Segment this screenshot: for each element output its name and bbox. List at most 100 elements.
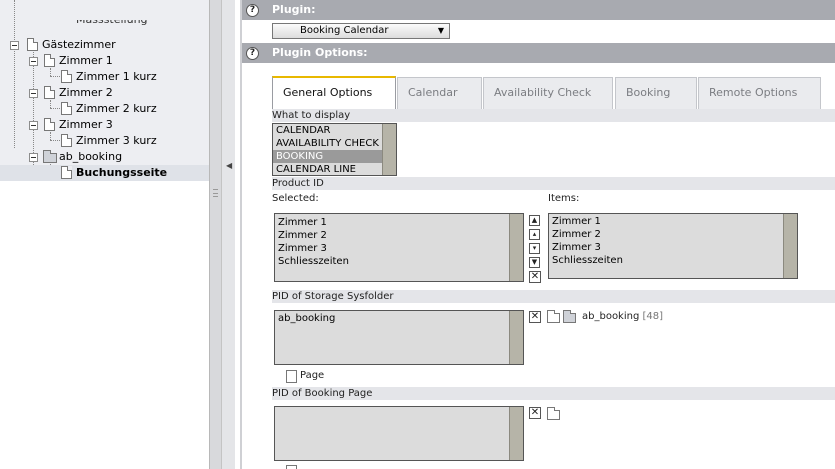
page-icon — [44, 54, 55, 67]
field-label: Product ID — [272, 178, 324, 189]
tree-item-label: Buchungsseite — [76, 166, 168, 179]
list-scrollbar[interactable] — [509, 407, 523, 460]
page-icon — [61, 70, 72, 83]
collapse-icon[interactable] — [29, 153, 38, 162]
tree-item-label: Zimmer 1 kurz — [76, 70, 157, 83]
page-icon — [44, 86, 55, 99]
list-scrollbar[interactable] — [382, 124, 396, 175]
collapse-icon[interactable] — [10, 41, 19, 50]
tree-item-partial[interactable]: Massstellung — [0, 20, 210, 34]
list-option[interactable]: Schliesszeiten — [278, 255, 349, 268]
tree-item-zimmer-3[interactable]: Zimmer 3 — [0, 117, 210, 133]
field-label: PID of Booking Page — [272, 388, 373, 399]
move-bottom-icon[interactable]: ▼ — [529, 257, 540, 268]
selected-products-list[interactable]: Zimmer 1 Zimmer 2 Zimmer 3 Schliesszeite… — [274, 213, 524, 282]
tree-item-label: Zimmer 2 kurz — [76, 102, 157, 115]
list-option[interactable]: AVAILABILITY CHECK — [276, 137, 379, 150]
tree-item-label: Zimmer 3 — [59, 118, 113, 131]
storage-pid-list[interactable]: ab_booking — [274, 310, 524, 365]
tree-item-label: Massstellung — [76, 20, 148, 28]
tab-label: Remote Options — [709, 86, 798, 99]
plugin-select[interactable]: Booking Calendar ▼ — [272, 23, 450, 39]
resize-grip-icon[interactable] — [213, 189, 218, 197]
tree-item-gaestezimmer[interactable]: Gästezimmer — [0, 37, 210, 53]
tree-item-ab-booking[interactable]: ab_booking — [0, 149, 210, 165]
page-icon[interactable] — [286, 370, 297, 383]
collapse-icon[interactable] — [29, 57, 38, 66]
move-down-icon[interactable]: ▾ — [529, 243, 540, 254]
product-id-header: Product ID — [272, 177, 835, 190]
tab-general-options[interactable]: General Options — [272, 76, 396, 109]
tree-item-label: Zimmer 3 kurz — [76, 134, 157, 147]
tab-bar: General Options Calendar Availability Ch… — [242, 65, 835, 109]
chevron-down-icon: ▼ — [437, 26, 444, 35]
plugin-options-section-header: ? Plugin Options: — [242, 43, 835, 63]
list-option[interactable]: Schliesszeiten — [552, 254, 623, 267]
move-up-icon[interactable]: ▴ — [529, 229, 540, 240]
splitter[interactable] — [221, 0, 235, 469]
available-products-list[interactable]: Zimmer 1 Zimmer 2 Zimmer 3 Schliesszeite… — [548, 213, 798, 279]
tree-item-label: ab_booking — [59, 150, 123, 163]
remove-icon[interactable]: ✕ — [529, 311, 541, 323]
tree-item-zimmer-2[interactable]: Zimmer 2 — [0, 85, 210, 101]
list-scrollbar[interactable] — [509, 214, 523, 281]
selected-label: Selected: — [272, 193, 319, 204]
folder-icon — [43, 150, 57, 163]
tab-label: Availability Check — [494, 86, 592, 99]
page-icon — [61, 102, 72, 115]
field-label: PID of Storage Sysfolder — [272, 291, 394, 302]
tree-item-label: Zimmer 2 — [59, 86, 113, 99]
tab-booking[interactable]: Booking — [615, 77, 697, 109]
booking-pid-header: PID of Booking Page — [272, 387, 835, 400]
page-icon — [61, 166, 72, 179]
section-title: Plugin Options: — [272, 46, 368, 59]
page-icon[interactable] — [286, 465, 297, 469]
list-option[interactable]: CALENDAR — [276, 124, 331, 137]
what-to-display-list[interactable]: CALENDAR AVAILABILITY CHECK BOOKING CALE… — [272, 123, 397, 176]
help-icon[interactable]: ? — [246, 4, 259, 17]
tree-item-buchungsseite[interactable]: Buchungsseite — [0, 165, 210, 181]
tab-calendar[interactable]: Calendar — [397, 77, 482, 109]
tree-scrollbar[interactable] — [209, 0, 221, 469]
collapse-left-icon[interactable]: ◀ — [226, 161, 232, 170]
page-tree: Massstellung Gästezimmer Zimmer 1 Zimmer… — [0, 0, 210, 469]
list-scrollbar[interactable] — [509, 311, 523, 364]
tree-item-zimmer-3-kurz[interactable]: Zimmer 3 kurz — [0, 133, 210, 149]
plugin-select-value: Booking Calendar — [300, 25, 389, 36]
list-scrollbar[interactable] — [783, 214, 797, 278]
list-option[interactable]: Zimmer 2 — [278, 229, 327, 242]
list-option[interactable]: CALENDAR LINE — [276, 163, 356, 175]
list-option[interactable]: Zimmer 1 — [552, 215, 601, 228]
tab-availability-check[interactable]: Availability Check — [483, 77, 613, 109]
items-label: Items: — [548, 193, 580, 204]
booking-pid-list[interactable] — [274, 406, 524, 461]
remove-icon[interactable]: ✕ — [529, 407, 541, 419]
field-label: What to display — [272, 110, 351, 121]
plugin-section-header: ? Plugin: — [242, 0, 835, 20]
tree-item-label: Gästezimmer — [42, 38, 116, 51]
list-option[interactable]: ab_booking — [278, 312, 335, 325]
list-option[interactable]: Zimmer 2 — [552, 228, 601, 241]
section-title: Plugin: — [272, 3, 316, 16]
tree-item-zimmer-1-kurz[interactable]: Zimmer 1 kurz — [0, 69, 210, 85]
storage-browser-item[interactable]: ab_booking [48] — [582, 311, 663, 322]
tree-item-zimmer-2-kurz[interactable]: Zimmer 2 kurz — [0, 101, 210, 117]
tree-item-zimmer-1[interactable]: Zimmer 1 — [0, 53, 210, 69]
folder-icon[interactable] — [547, 407, 560, 420]
page-link[interactable]: Page — [300, 370, 324, 381]
collapse-icon[interactable] — [29, 121, 38, 130]
tab-remote-options[interactable]: Remote Options — [698, 77, 821, 109]
move-top-icon[interactable]: ▲ — [529, 215, 540, 226]
what-to-display-header: What to display — [272, 109, 835, 122]
list-option[interactable]: Zimmer 3 — [552, 241, 601, 254]
list-option[interactable]: Zimmer 1 — [278, 216, 327, 229]
collapse-icon[interactable] — [29, 89, 38, 98]
storage-item-uid: [48] — [642, 311, 664, 322]
help-icon[interactable]: ? — [246, 47, 259, 60]
plugin-form: ? Plugin: Booking Calendar ▼ ? Plugin Op… — [242, 0, 835, 469]
remove-icon[interactable]: ✕ — [529, 271, 541, 283]
folder-icon[interactable] — [547, 310, 560, 323]
list-option-selected[interactable]: BOOKING — [273, 150, 382, 163]
list-option[interactable]: Zimmer 3 — [278, 242, 327, 255]
page-icon — [44, 118, 55, 131]
